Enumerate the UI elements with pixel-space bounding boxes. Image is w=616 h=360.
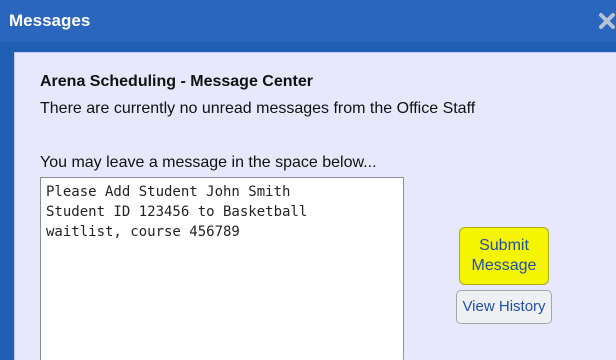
textarea-resize-handle[interactable] (395, 353, 404, 360)
close-button[interactable] (598, 12, 616, 30)
dialog-titlebar[interactable]: Messages (0, 0, 616, 42)
messages-dialog: Messages Arena Scheduling - Message Cent… (0, 0, 616, 360)
dialog-title: Messages (9, 11, 91, 30)
view-history-button[interactable]: View History (456, 290, 552, 324)
submit-button-label-line2: Message (471, 257, 537, 274)
submit-button-label-line1: Submit (479, 237, 529, 254)
submit-message-button[interactable]: Submit Message (459, 227, 549, 285)
page-title: Arena Scheduling - Message Center (40, 73, 313, 90)
message-center-panel: Arena Scheduling - Message Center There … (14, 52, 616, 360)
close-icon (599, 13, 615, 29)
message-textarea[interactable]: Please Add Student John Smith Student ID… (40, 177, 404, 360)
message-prompt-label: You may leave a message in the space bel… (40, 154, 377, 171)
unread-status-text: There are currently no unread messages f… (40, 100, 476, 117)
